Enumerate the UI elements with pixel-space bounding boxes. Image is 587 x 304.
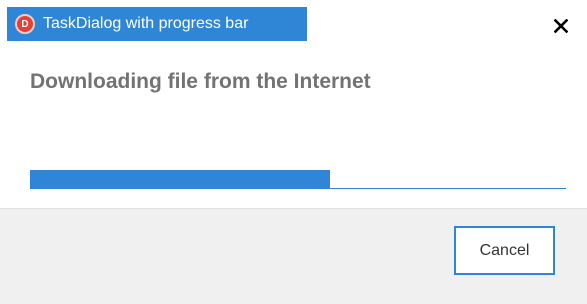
app-logo-glyph: D (21, 18, 29, 30)
task-dialog: D TaskDialog with progress bar Downloadi… (0, 0, 587, 304)
close-icon (554, 19, 568, 33)
cancel-button-label: Cancel (479, 241, 530, 259)
progress-bar-fill (30, 170, 331, 189)
app-logo-icon: D (15, 14, 35, 34)
close-button[interactable] (549, 14, 573, 38)
window-title: TaskDialog with progress bar (43, 15, 249, 32)
title-bar: D TaskDialog with progress bar (0, 0, 587, 46)
title-area: D TaskDialog with progress bar (7, 7, 307, 41)
cancel-button[interactable]: Cancel (454, 226, 555, 275)
main-instruction: Downloading file from the Internet (30, 70, 371, 93)
progress-bar (30, 170, 566, 189)
